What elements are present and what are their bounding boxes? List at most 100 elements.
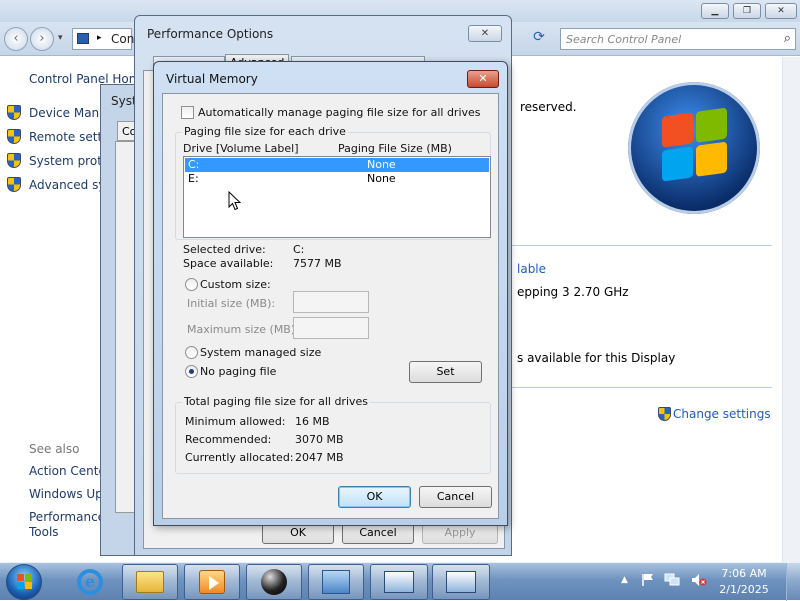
shield-icon xyxy=(7,105,21,120)
recommended-label: Recommended: xyxy=(185,433,272,446)
maximum-size-label: Maximum size (MB): xyxy=(187,323,299,336)
volume-muted-icon[interactable] xyxy=(691,573,707,587)
taskbar-internet-explorer[interactable]: e xyxy=(66,564,114,600)
scrollbar[interactable] xyxy=(782,57,800,562)
shield-icon xyxy=(7,177,21,192)
taskbar-ball-app[interactable] xyxy=(246,564,302,600)
drive-letter: E: xyxy=(188,172,199,185)
control-panel-icon xyxy=(77,33,89,44)
taskbar-media-player[interactable] xyxy=(184,564,240,600)
performance-tools-link-line2[interactable]: Tools xyxy=(29,525,59,539)
copyright-text: reserved. xyxy=(520,100,577,114)
windows-logo xyxy=(628,82,760,214)
action-center-link[interactable]: Action Center xyxy=(29,464,111,478)
column-header-size: Paging File Size (MB) xyxy=(338,142,452,155)
space-available-value: 7577 MB xyxy=(293,257,342,270)
taskbar-system-properties-2[interactable] xyxy=(432,564,490,600)
divider xyxy=(510,245,772,246)
start-button[interactable] xyxy=(6,564,42,600)
minimum-allowed-value: 16 MB xyxy=(295,415,330,428)
column-header-drive: Drive [Volume Label] xyxy=(183,142,299,155)
shield-icon xyxy=(7,153,21,168)
recent-pages-dropdown[interactable]: ▾ xyxy=(58,33,63,43)
search-placeholder: Search Control Panel xyxy=(566,33,682,46)
search-icon[interactable]: ⌕ xyxy=(784,31,791,46)
taskbar-control-panel[interactable] xyxy=(308,564,364,600)
ok-button[interactable]: OK xyxy=(338,486,411,508)
ball-icon xyxy=(261,569,287,595)
currently-allocated-value: 2047 MB xyxy=(295,451,344,464)
mouse-cursor-icon xyxy=(228,191,242,211)
chevron-right-icon[interactable]: ▸ xyxy=(97,33,102,43)
no-paging-file-label[interactable]: No paging file xyxy=(200,365,276,378)
internet-explorer-icon: e xyxy=(77,569,103,595)
close-button[interactable]: ✕ xyxy=(765,3,797,19)
network-icon[interactable] xyxy=(664,573,680,587)
close-button[interactable]: ✕ xyxy=(468,25,502,42)
control-panel-main: reserved. lable epping 3 2.70 GHz s avai… xyxy=(510,57,800,562)
forward-button[interactable]: › xyxy=(30,27,54,51)
refresh-button[interactable]: ⟳ xyxy=(528,29,550,49)
space-available-label: Space available: xyxy=(183,257,274,270)
shield-icon xyxy=(658,407,671,421)
set-button[interactable]: Set xyxy=(409,361,482,383)
rating-link[interactable]: lable xyxy=(517,262,546,276)
clock-date[interactable]: 2/1/2025 xyxy=(712,583,776,596)
drive-row-e[interactable]: E: None xyxy=(185,172,489,186)
action-center-flag-icon[interactable] xyxy=(642,573,654,587)
minimize-button[interactable]: ▁ xyxy=(701,3,729,19)
custom-size-label[interactable]: Custom size: xyxy=(200,278,271,291)
virtual-memory-dialog: Virtual Memory ✕ Automatically manage pa… xyxy=(153,61,508,526)
currently-allocated-label: Currently allocated: xyxy=(185,451,294,464)
clock-time[interactable]: 7:06 AM xyxy=(712,567,776,580)
maximize-button[interactable]: ❐ xyxy=(733,3,761,19)
initial-size-input[interactable] xyxy=(293,291,369,313)
address-box[interactable]: ▸ Control Panel xyxy=(72,28,191,50)
system-managed-radio[interactable] xyxy=(185,346,198,359)
performance-tools-link[interactable]: Performance xyxy=(29,510,105,524)
search-input[interactable]: Search Control Panel ⌕ xyxy=(560,28,796,50)
show-hidden-icons-button[interactable]: ▲ xyxy=(621,575,628,585)
system-managed-label[interactable]: System managed size xyxy=(200,346,321,359)
performance-options-title: Performance Options xyxy=(147,27,274,41)
shield-icon xyxy=(7,129,21,144)
folder-icon xyxy=(136,571,164,593)
recommended-value: 3070 MB xyxy=(295,433,344,446)
no-paging-file-radio[interactable] xyxy=(185,365,198,378)
change-settings-link[interactable]: Change settings xyxy=(673,407,771,421)
selected-drive-value: C: xyxy=(293,243,305,256)
minimum-allowed-label: Minimum allowed: xyxy=(185,415,286,428)
see-also-heading: See also xyxy=(29,442,80,456)
windows-flag-icon xyxy=(662,107,728,182)
auto-manage-checkbox[interactable] xyxy=(181,106,194,119)
virtual-memory-title: Virtual Memory xyxy=(166,72,258,86)
paging-file-group-title: Paging file size for each drive xyxy=(182,125,348,138)
drive-letter: C: xyxy=(188,158,200,171)
drive-paging-size: None xyxy=(367,158,396,171)
processor-text: epping 3 2.70 GHz xyxy=(517,285,629,299)
close-button[interactable]: ✕ xyxy=(467,70,499,88)
virtual-memory-client: Automatically manage paging file size fo… xyxy=(162,93,499,519)
selected-drive-label: Selected drive: xyxy=(183,243,266,256)
custom-size-radio[interactable] xyxy=(185,278,198,291)
back-button[interactable]: ‹ xyxy=(4,27,28,51)
computer-icon xyxy=(446,571,476,593)
display-text: s available for this Display xyxy=(517,351,676,365)
windows-flag-icon xyxy=(17,574,33,590)
cancel-button[interactable]: Cancel xyxy=(419,486,492,508)
taskbar-system-properties[interactable] xyxy=(370,564,428,600)
taskbar-windows-explorer[interactable] xyxy=(122,564,178,600)
initial-size-label: Initial size (MB): xyxy=(187,297,276,310)
auto-manage-label[interactable]: Automatically manage paging file size fo… xyxy=(198,106,481,119)
show-desktop-button[interactable] xyxy=(786,563,800,601)
computer-icon xyxy=(384,571,414,593)
total-paging-group-title: Total paging file size for all drives xyxy=(182,395,371,408)
drive-paging-size: None xyxy=(367,172,396,185)
taskbar: e ▲ 7:06 AM 2/1/2025 xyxy=(0,562,800,601)
maximum-size-input[interactable] xyxy=(293,317,369,339)
control-panel-sidebar: Control Panel Home Device Manager Remote… xyxy=(0,57,187,562)
divider xyxy=(510,387,772,388)
drive-row-c[interactable]: C: None xyxy=(185,158,489,172)
control-panel-icon xyxy=(322,570,350,594)
media-player-icon xyxy=(199,570,225,594)
